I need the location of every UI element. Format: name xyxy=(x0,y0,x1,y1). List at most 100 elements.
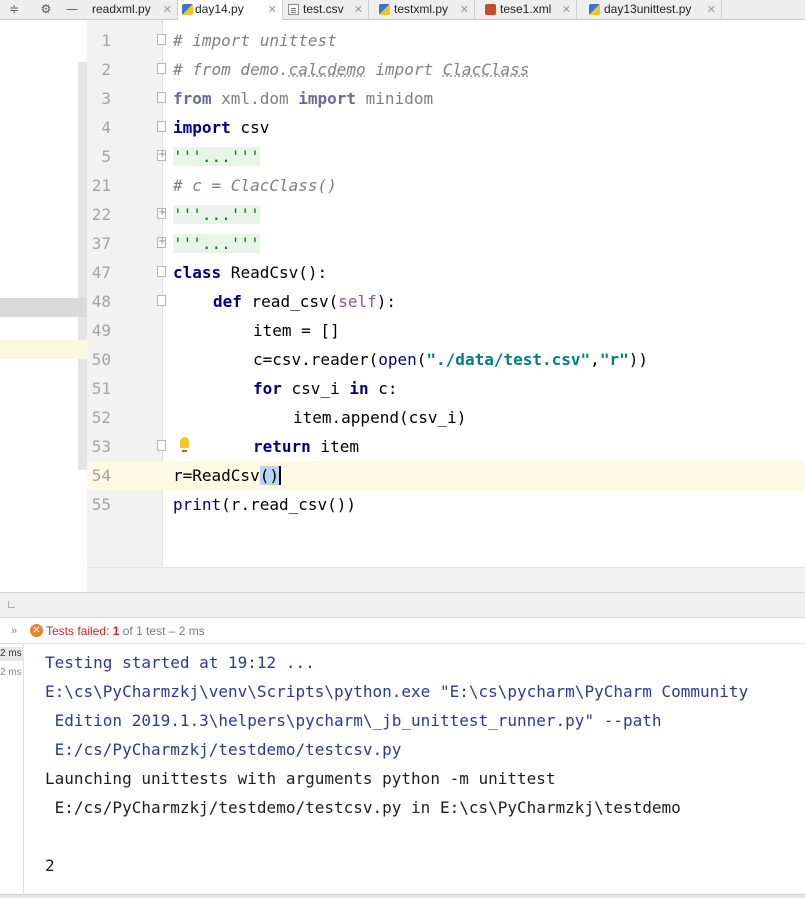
test-status: Tests failed: 1 of 1 test – 2 ms xyxy=(46,624,205,638)
code-line[interactable]: 50 c=csv.reader(open("./data/test.csv","… xyxy=(87,345,805,374)
code-line[interactable]: 22 '''...''' xyxy=(87,200,805,229)
fold-marker-icon[interactable] xyxy=(157,266,166,277)
fold-marker-icon[interactable] xyxy=(157,295,166,306)
test-duration: 2 ms xyxy=(0,647,24,661)
line-number: 4 xyxy=(101,118,111,137)
code-line[interactable]: 4 import csv xyxy=(87,113,805,142)
line-number: 51 xyxy=(91,379,111,398)
project-selected-row xyxy=(0,298,87,317)
tool-window-splitter[interactable] xyxy=(0,592,805,618)
fold-marker-icon[interactable] xyxy=(157,440,166,451)
line-number: 49 xyxy=(91,321,111,340)
line-number: 3 xyxy=(101,89,111,108)
resize-grip-icon[interactable] xyxy=(8,601,15,608)
line-number: 52 xyxy=(91,408,111,427)
folded-docstring[interactable]: '''...''' xyxy=(173,234,260,253)
test-tree-pane[interactable]: 2 ms 2 ms xyxy=(0,644,24,898)
close-icon[interactable]: ✕ xyxy=(562,0,571,19)
code-line[interactable]: 53 return item xyxy=(87,432,805,461)
line-number: 53 xyxy=(91,437,111,456)
lightbulb-icon[interactable] xyxy=(180,437,189,452)
line-number: 22 xyxy=(91,205,111,224)
folded-docstring[interactable]: '''...''' xyxy=(173,147,260,166)
code-text: def read_csv(self): xyxy=(213,292,397,311)
python-file-icon xyxy=(589,4,600,15)
code-line[interactable]: 51 for csv_i in c: xyxy=(87,374,805,403)
code-line[interactable]: 52 item.append(csv_i) xyxy=(87,403,805,432)
code-line[interactable]: 21 # c = ClacClass() xyxy=(87,171,805,200)
close-icon[interactable]: ✕ xyxy=(460,0,469,19)
code-line[interactable]: 1 # import unittest xyxy=(87,26,805,55)
chevron-right-icon[interactable]: » xyxy=(11,618,17,644)
code-line[interactable]: 3 from xml.dom import minidom xyxy=(87,84,805,113)
line-number: 54 xyxy=(91,466,111,485)
code-line[interactable]: 2 # from demo.calcdemo import ClacClass xyxy=(87,55,805,84)
close-icon[interactable]: ✕ xyxy=(268,0,277,19)
line-number: 21 xyxy=(91,176,111,195)
console-line: 2 xyxy=(45,856,55,875)
project-highlight-row xyxy=(0,340,87,359)
tab-day14[interactable]: day14.py ✕ xyxy=(178,0,283,20)
line-number: 47 xyxy=(91,263,111,282)
tab-testxml[interactable]: testxml.py ✕ xyxy=(369,0,475,19)
test-duration: 2 ms xyxy=(0,667,22,678)
console-line: Edition 2019.1.3\helpers\pycharm\_jb_uni… xyxy=(45,711,662,730)
tab-label: test.csv xyxy=(303,2,344,16)
close-icon[interactable]: ✕ xyxy=(354,0,363,19)
code-text: class ReadCsv(): xyxy=(173,263,328,282)
tab-label: day14.py xyxy=(195,2,244,16)
expand-fold-icon[interactable] xyxy=(157,147,166,162)
console-line: Testing started at 19:12 ... xyxy=(45,653,315,672)
code-text: return item xyxy=(253,437,359,456)
expand-fold-icon[interactable] xyxy=(157,205,166,220)
tab-tese1-xml[interactable]: tese1.xml ✕ xyxy=(475,0,577,19)
code-line[interactable]: 37 '''...''' xyxy=(87,229,805,258)
line-number: 48 xyxy=(91,292,111,311)
console-line: E:/cs/PyCharmzkj/testdemo/testcsv.py in … xyxy=(45,798,681,817)
fold-marker-icon[interactable] xyxy=(157,63,166,74)
line-number: 5 xyxy=(101,147,111,166)
editor-tab-bar: ≑ ⚙ — readxml.py ✕ day14.py ✕ test.csv ✕… xyxy=(0,0,805,20)
console-line: E:\cs\PyCharmzkj\venv\Scripts\python.exe… xyxy=(45,682,749,701)
tab-readxml[interactable]: readxml.py ✕ xyxy=(86,0,178,19)
code-text: r=ReadCsv() xyxy=(173,466,281,485)
code-text: print(r.read_csv()) xyxy=(173,495,357,514)
code-text: item = [] xyxy=(253,321,340,340)
current-code-line[interactable]: 54 r=ReadCsv() xyxy=(87,461,805,490)
tab-label: testxml.py xyxy=(394,2,449,16)
code-text: from xml.dom import minidom xyxy=(173,89,434,108)
close-icon[interactable]: ✕ xyxy=(163,0,172,19)
code-text: '''...''' xyxy=(173,229,260,258)
tab-test-csv[interactable]: test.csv ✕ xyxy=(283,0,369,19)
line-number: 55 xyxy=(91,495,111,514)
project-scrollbar[interactable] xyxy=(78,62,87,470)
close-icon[interactable]: ✕ xyxy=(707,0,716,19)
line-number: 37 xyxy=(91,234,111,253)
tab-label: tese1.xml xyxy=(500,2,552,16)
folded-docstring[interactable]: '''...''' xyxy=(173,205,260,224)
code-line[interactable]: 49 item = [] xyxy=(87,316,805,345)
xml-file-icon xyxy=(485,4,496,15)
code-line[interactable]: 55 print(r.read_csv()) xyxy=(87,490,805,519)
editor-horizontal-scrollbar[interactable] xyxy=(87,567,805,592)
fold-marker-icon[interactable] xyxy=(157,92,166,103)
console-line: Launching unittests with arguments pytho… xyxy=(45,769,556,788)
minus-icon[interactable]: — xyxy=(62,0,82,19)
code-text: '''...''' xyxy=(173,142,260,171)
code-text: import csv xyxy=(173,118,270,137)
code-text: # c = ClacClass() xyxy=(173,176,337,195)
code-text: # import unittest xyxy=(173,31,337,50)
line-number: 50 xyxy=(91,350,111,369)
settings-sliders-icon[interactable]: ≑ xyxy=(4,0,24,19)
fold-marker-icon[interactable] xyxy=(157,34,166,45)
code-line[interactable]: 5 '''...''' xyxy=(87,142,805,171)
fold-marker-icon[interactable] xyxy=(157,121,166,132)
gear-icon[interactable]: ⚙ xyxy=(36,0,56,19)
code-text: '''...''' xyxy=(173,200,260,229)
run-status-bar: » ✕ Tests failed: 1 of 1 test – 2 ms xyxy=(0,618,805,644)
tab-day13unittest[interactable]: day13unittest.py ✕ xyxy=(577,0,722,19)
code-line[interactable]: 47 class ReadCsv(): xyxy=(87,258,805,287)
code-text: item.append(csv_i) xyxy=(293,408,467,427)
code-line[interactable]: 48 def read_csv(self): xyxy=(87,287,805,316)
expand-fold-icon[interactable] xyxy=(157,234,166,249)
